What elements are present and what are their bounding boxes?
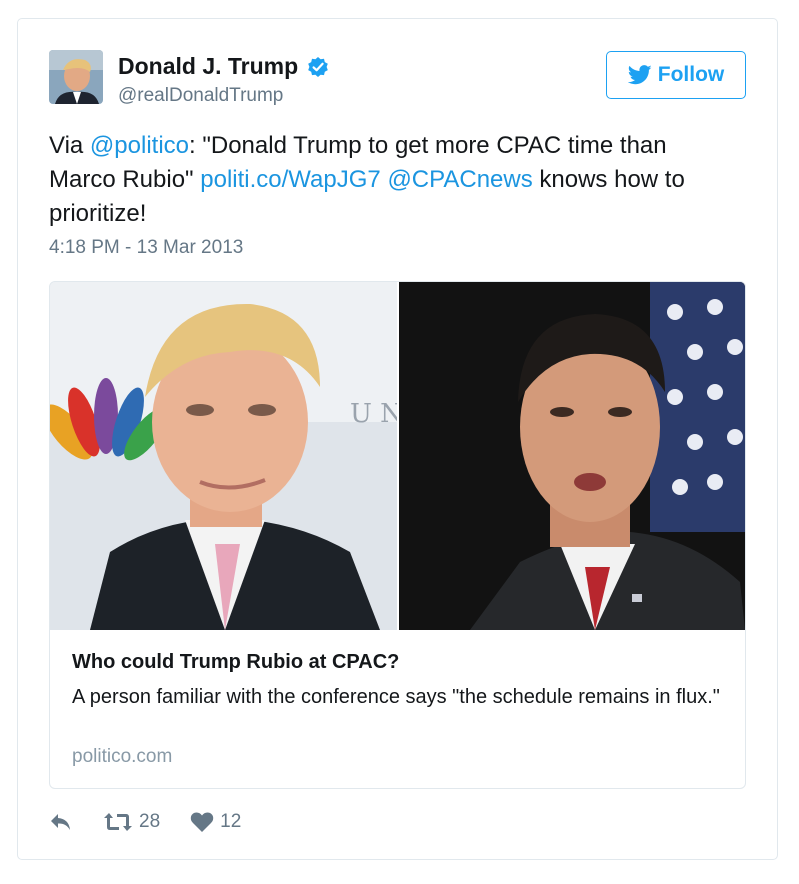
- tweet-card: Donald J. Trump @realDonaldTrump Follow …: [17, 18, 778, 860]
- heart-icon: [190, 812, 214, 832]
- tweet-text-segment: Via: [49, 132, 90, 159]
- display-name[interactable]: Donald J. Trump: [118, 53, 298, 80]
- svg-text:U N: U N: [350, 399, 403, 429]
- mention-politico-link[interactable]: @politico: [90, 132, 189, 159]
- url-link[interactable]: politi.co/WapJG7: [200, 166, 381, 193]
- like-button[interactable]: 12: [190, 811, 241, 833]
- mention-cpacnews-link[interactable]: @CPACnews: [387, 166, 532, 193]
- card-domain: politico.com: [72, 746, 173, 767]
- tweet-timestamp[interactable]: 4:18 PM - 13 Mar 2013: [49, 237, 243, 259]
- card-description: A person familiar with the conference sa…: [72, 686, 720, 708]
- like-count: 12: [220, 811, 242, 832]
- card-image: U N: [50, 282, 745, 630]
- name-row: Donald J. Trump: [118, 53, 330, 80]
- follow-label: Follow: [657, 63, 725, 86]
- user-handle[interactable]: @realDonaldTrump: [118, 85, 283, 107]
- twitter-bird-icon: [627, 65, 652, 85]
- retweet-count: 28: [139, 811, 161, 832]
- follow-button[interactable]: Follow: [606, 51, 746, 99]
- tweet-actions: 28 12: [49, 811, 241, 833]
- card-title[interactable]: Who could Trump Rubio at CPAC?: [72, 651, 399, 674]
- avatar[interactable]: [49, 50, 103, 104]
- verified-badge-icon: [306, 55, 330, 79]
- reply-icon: [51, 814, 70, 830]
- retweet-icon: [104, 813, 132, 831]
- tweet-text: Via @politico: "Donald Trump to get more…: [49, 129, 739, 231]
- link-preview-card[interactable]: U N Who could Trump Rubio at CPAC? A per…: [49, 281, 746, 789]
- reply-button[interactable]: [49, 812, 73, 832]
- retweet-button[interactable]: 28: [103, 811, 160, 833]
